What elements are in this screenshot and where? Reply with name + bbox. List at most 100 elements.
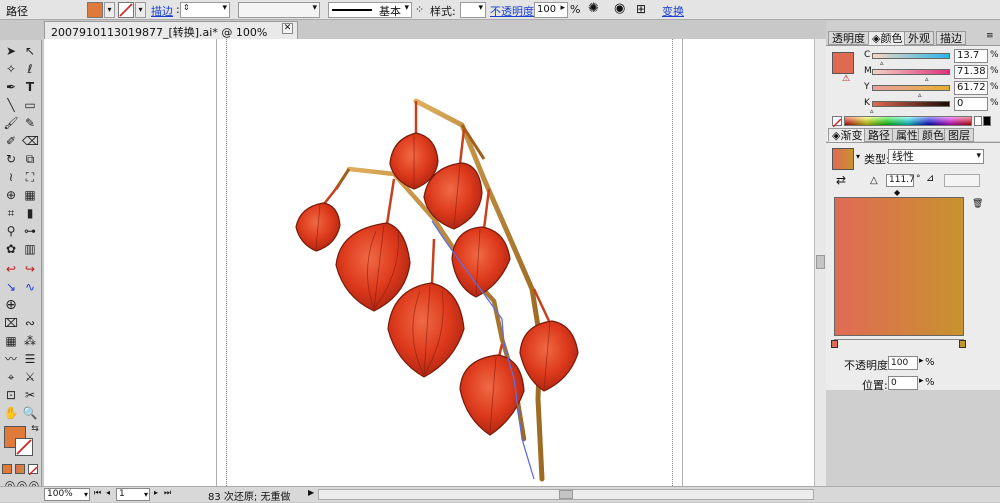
reverse-gradient-icon[interactable]: ⇄	[836, 173, 846, 187]
gradient-opacity-input[interactable]: 100	[888, 356, 918, 370]
lasso-tool-icon[interactable]: ℓ	[22, 62, 38, 76]
slice-tool-icon[interactable]: ∾	[22, 316, 38, 330]
color-fill-swatch[interactable]	[832, 52, 854, 74]
align-tool-icon[interactable]: ☰	[22, 352, 38, 366]
stroke-dropdown-arrow[interactable]: ▾	[135, 2, 146, 18]
white-swatch[interactable]	[974, 116, 982, 126]
m-channel-thumb[interactable]: ▵	[925, 75, 929, 83]
direct-selection-tool-icon[interactable]: ↖	[22, 44, 38, 58]
blob-brush-tool-icon[interactable]: ✐	[3, 134, 19, 148]
gradient-menu-arrow[interactable]: ▾	[856, 152, 860, 161]
shape-builder-tool-icon[interactable]: ⊕	[3, 188, 19, 202]
blend-tool-icon[interactable]: ⊶	[22, 224, 38, 238]
gradient-angle-input[interactable]: 111.7	[886, 174, 915, 187]
brush-definition-field[interactable]: 基本 ▾	[328, 2, 412, 18]
scale-tool-icon[interactable]: ⧉	[22, 152, 38, 166]
opacity-input[interactable]: 100 ▸	[534, 2, 568, 18]
type-tool-icon[interactable]: T	[22, 80, 38, 94]
variable-width-field[interactable]: ▾	[238, 2, 320, 18]
gradient-preview-swatch[interactable]	[832, 148, 854, 170]
artboard-dropdown-icon[interactable]: ▾	[144, 489, 148, 500]
next-artboard-icon[interactable]: ▸	[154, 488, 158, 497]
gradient-stop-start[interactable]	[831, 340, 838, 348]
tab-color[interactable]: ◈颜色	[868, 31, 907, 45]
zoom-dropdown-icon[interactable]: ▾	[84, 489, 88, 500]
gradient-stop-end[interactable]	[959, 340, 966, 348]
tab-pathfinder[interactable]: 路径	[864, 128, 894, 142]
stroke-swatch[interactable]	[118, 2, 134, 18]
artboard-number-field[interactable]: 1 ▾	[116, 488, 150, 501]
column-graph-tool-icon[interactable]: ▥	[22, 242, 38, 256]
color-spectrum-bar[interactable]	[844, 116, 972, 126]
warp-tool-icon[interactable]: ≀	[3, 170, 19, 184]
scissors-tool-icon[interactable]: ✂	[22, 388, 38, 402]
swap-colors-icon[interactable]: ⇆	[27, 422, 43, 436]
style-dropdown-icon[interactable]: ▾	[478, 3, 483, 13]
hand-tool-icon[interactable]: ✋	[3, 406, 19, 420]
stroke-weight-dropdown-icon[interactable]: ▾	[222, 3, 227, 13]
m-channel-input[interactable]: 71.38	[954, 65, 988, 79]
zoom-level-field[interactable]: 100% ▾	[44, 488, 90, 501]
out-of-gamut-icon[interactable]: ⚠	[842, 74, 850, 84]
perspective-grid-tool-icon[interactable]: ⌗	[3, 206, 19, 220]
previous-artboard-icon[interactable]: ◂	[106, 488, 110, 497]
smooth-tool-icon[interactable]: ∿	[22, 280, 38, 294]
symbol-sprayer-tool-icon[interactable]: ✿	[3, 242, 19, 256]
document-tab[interactable]: 2007910113019877_[转换].ai* @ 100% (RGB/预览…	[44, 21, 298, 55]
y-channel-thumb[interactable]: ▵	[918, 91, 922, 99]
free-transform-tool-icon[interactable]: ⛶	[22, 170, 38, 184]
close-document-icon[interactable]: ✕	[282, 23, 293, 34]
crosshair-tool-icon[interactable]: ⊕	[3, 298, 19, 312]
measure-tool-icon[interactable]: ⌖	[3, 370, 19, 384]
zoom-tool-icon[interactable]: 🔍	[22, 406, 38, 420]
vertical-scroll-thumb[interactable]	[816, 255, 825, 269]
stroke-link[interactable]: 描边	[151, 3, 173, 19]
pencil-tool-icon[interactable]: ✎	[22, 116, 38, 130]
black-swatch[interactable]	[983, 116, 991, 126]
gradient-type-dropdown-icon[interactable]: ▾	[976, 150, 981, 163]
artboard-tool-icon[interactable]: ⌧	[3, 316, 19, 330]
horizontal-scrollbar[interactable]	[318, 489, 814, 500]
knife-tool-icon[interactable]: ⚔	[22, 370, 38, 384]
vertical-scrollbar[interactable]	[814, 39, 826, 486]
align-options-icon[interactable]: ⊞	[636, 2, 646, 16]
gradient-type-select[interactable]: 线性 ▾	[888, 149, 984, 164]
stroke-color-box[interactable]	[15, 438, 33, 456]
line-tool-icon[interactable]: ╲	[3, 98, 19, 112]
y-channel-slider[interactable]	[872, 85, 950, 91]
width-tool-icon[interactable]: ↩	[3, 262, 19, 276]
rectangle-tool-icon[interactable]: ▭	[22, 98, 38, 112]
rotate-tool-icon[interactable]: ↻	[3, 152, 19, 166]
live-paint-tool-icon[interactable]: ▦	[22, 188, 38, 202]
delete-stop-icon[interactable]: 🗑	[972, 199, 983, 209]
mesh-tool-icon[interactable]: ▦	[3, 334, 19, 348]
last-artboard-icon[interactable]: ⏭	[164, 488, 171, 498]
tab-gradient[interactable]: ◈渐变	[828, 128, 867, 142]
gradient-tool-icon[interactable]: ▮	[22, 206, 38, 220]
tab-layers[interactable]: 图层	[944, 128, 974, 142]
document-setup-icon[interactable]: ◉	[614, 1, 625, 16]
c-channel-input[interactable]: 13.7	[954, 49, 988, 63]
tab-transparency[interactable]: 透明度	[828, 31, 869, 45]
status-menu-arrow[interactable]: ▶	[308, 488, 314, 497]
recolor-artwork-icon[interactable]: ✺	[588, 1, 599, 16]
pen-tool-icon[interactable]: ✒	[3, 80, 19, 94]
convert-anchor-tool-icon[interactable]: ↘	[3, 280, 19, 294]
brush-dropdown-icon[interactable]: ▾	[404, 3, 409, 13]
chinese-lantern-artwork[interactable]	[44, 39, 814, 486]
variable-width-dropdown-icon[interactable]: ▾	[312, 3, 317, 13]
none-mode-icon[interactable]	[28, 464, 38, 476]
none-color-button[interactable]	[832, 116, 842, 128]
stroke-weight-field[interactable]: ⇕ ▾	[180, 2, 230, 18]
k-channel-slider[interactable]	[872, 101, 950, 107]
m-channel-slider[interactable]	[872, 69, 950, 75]
opacity-link[interactable]: 不透明度	[490, 3, 534, 19]
style-swatch-field[interactable]: ▾	[460, 2, 486, 18]
first-artboard-icon[interactable]: ⏮	[94, 488, 101, 498]
zigzag-tool-icon[interactable]: 〰	[3, 352, 19, 366]
gradient-slider-track[interactable]	[834, 339, 964, 340]
horizontal-scroll-thumb[interactable]	[559, 490, 573, 499]
aspect-ratio-input[interactable]	[944, 174, 980, 187]
artboard-canvas[interactable]	[44, 39, 814, 486]
gradient-opacity-dropdown-icon[interactable]: ▸	[919, 356, 924, 366]
